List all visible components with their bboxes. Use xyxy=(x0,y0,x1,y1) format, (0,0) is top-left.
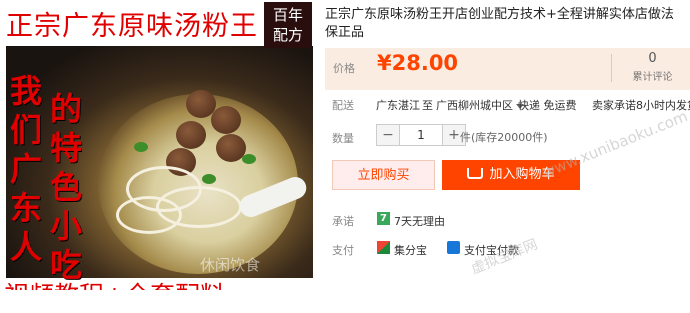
vegetable-garnish xyxy=(202,174,216,184)
image-watermark: 休闲饮食 xyxy=(200,256,261,274)
image-title: 正宗广东原味汤粉王 xyxy=(6,11,258,42)
shipping-from: 广东湛江 xyxy=(376,99,420,112)
badge-line-2: 配方 xyxy=(272,26,303,44)
quantity-decrease-button[interactable]: − xyxy=(376,124,400,146)
image-side-text-left: 我们广东人 xyxy=(10,72,43,266)
shipping-label: 配送 xyxy=(332,99,354,112)
buy-now-button[interactable]: 立即购买 xyxy=(332,160,435,190)
price-divider xyxy=(611,54,612,82)
shipping-destination: 广西柳州城中区 xyxy=(436,99,513,112)
shipping-method: 快递 免运费 xyxy=(518,99,577,112)
price-value: ¥28.00 xyxy=(377,51,459,75)
payment-row: 支付 集分宝 支付宝付款 xyxy=(332,242,519,258)
seven-day-return-icon: 7 xyxy=(377,212,390,225)
quantity-stepper: − 1 + xyxy=(376,124,466,146)
noodle-strand xyxy=(116,196,182,234)
product-title: 正宗广东原味汤粉王开店创业配方技术+全程讲解实体店做法保正品 xyxy=(325,7,674,40)
guarantee-row: 承诺 7天无理由 xyxy=(332,213,445,229)
quantity-input[interactable]: 1 xyxy=(400,124,442,146)
recipe-badge: 百年 配方 xyxy=(264,2,312,48)
stock-info: 件(库存20000件) xyxy=(460,131,548,144)
shipping-to-prefix: 至 xyxy=(422,99,433,112)
site-name-watermark: 虚拟宝库网 xyxy=(469,236,541,278)
image-bottom-text: 视频教程+全套配料 xyxy=(4,276,225,290)
guarantee-text[interactable]: 7天无理由 xyxy=(394,213,445,229)
vegetable-garnish xyxy=(134,142,148,152)
shipping-row: 配送 广东湛江 至 广西柳州城中区 快递 免运费 卖家承诺8小时内发货 xyxy=(332,97,690,113)
review-count-label[interactable]: 累计评论 xyxy=(615,68,690,83)
badge-line-1: 百年 xyxy=(272,6,303,24)
review-count[interactable]: 0 xyxy=(615,51,690,66)
product-image[interactable]: 正宗广东原味汤粉王 百年 配方 我们广东人 的特色小吃 休闲饮食 视频教程+全套… xyxy=(0,0,313,290)
jifenbao-icon xyxy=(377,241,390,254)
price-label: 价格 xyxy=(333,62,355,75)
meatball xyxy=(211,106,241,134)
quantity-label: 数量 xyxy=(332,132,354,145)
site-watermark: www.xunibaoku.com xyxy=(540,107,690,182)
shipping-destination-select[interactable]: 广西柳州城中区 xyxy=(436,97,524,113)
cart-icon xyxy=(467,168,484,179)
payment-method-1: 集分宝 xyxy=(394,244,427,257)
alipay-icon xyxy=(447,241,460,254)
meatball xyxy=(176,121,206,149)
price-panel: 价格 ¥28.00 0 累计评论 xyxy=(325,48,690,90)
guarantee-label: 承诺 xyxy=(332,215,354,228)
payment-label: 支付 xyxy=(332,244,354,257)
vegetable-garnish xyxy=(242,154,256,164)
image-side-text-right: 的特色小吃 xyxy=(50,90,83,284)
